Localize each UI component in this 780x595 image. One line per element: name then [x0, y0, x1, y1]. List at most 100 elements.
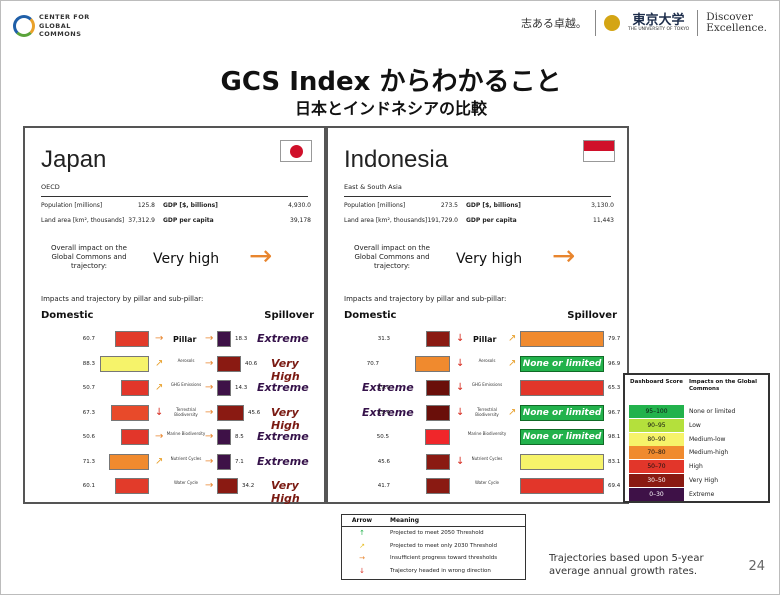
spillover-score: 18.3 — [235, 336, 248, 342]
trajectory-arrow-icon: → — [155, 333, 164, 344]
domestic-score: 60.1 — [82, 483, 95, 489]
subpillar-label: GHG Emissions — [170, 382, 202, 387]
trajectory-arrow-icon: ↓ — [456, 406, 465, 418]
spillover-arrow-icon: ↗ — [508, 333, 517, 344]
domestic-score: 71.3 — [82, 458, 95, 465]
arrow-meaning-row: → Insufficient progress toward thresholds — [342, 553, 527, 564]
spillover-impact-label: Extreme — [257, 332, 309, 345]
spillover-score: 45.6 — [248, 409, 261, 416]
legend-label: Very High — [689, 477, 719, 484]
arrow-meaning-row: ↗ Projected to meet only 2030 Threshold — [342, 541, 527, 552]
spillover-impact-label: Extreme — [257, 430, 309, 443]
spillover-impact-label: Very High — [271, 479, 300, 505]
land-area-label: Land area [km², thousands] — [344, 217, 428, 224]
domestic-score: 45.6 — [377, 458, 390, 465]
region: OECD — [41, 183, 60, 191]
trajectory-arrow-icon: ↑ — [359, 529, 365, 537]
subpillar-label: Nutrient Cycles — [471, 455, 503, 461]
arrow-meaning-text: Trajectory headed in wrong direction — [390, 567, 491, 574]
trajectory-arrow-icon: ↓ — [359, 566, 365, 575]
subpillar-label: Aerosols — [177, 357, 195, 363]
org-line-3: COMMONS — [39, 30, 82, 38]
domestic-bar — [415, 355, 450, 372]
legend-label: Low — [689, 421, 701, 429]
domestic-header: Domestic — [344, 310, 397, 321]
indonesia-panel: Indonesia East & South Asia Population [… — [326, 126, 629, 504]
overall-impact-value: Very high — [153, 251, 220, 267]
subpillar-label: Terrestrial Biodiversity — [174, 406, 198, 417]
domestic-bar — [426, 478, 450, 494]
spillover-score: 69.4 — [608, 483, 621, 489]
spillover-arrow-icon: → — [205, 455, 214, 467]
spillover-score: 65.3 — [608, 385, 621, 391]
legend-row: 70–80 Medium-high — [629, 446, 766, 460]
domestic-header: Domestic — [41, 310, 94, 321]
domestic-score: 50.7 — [82, 385, 95, 391]
japan-flag-icon — [280, 140, 312, 162]
spillover-bar — [217, 404, 244, 421]
spillover-arrow-icon: → — [205, 382, 214, 393]
utokyo-logo-group: 志ある卓越。 東京大学 THE UNIVERSITY OF TOKYO Disc… — [521, 9, 767, 37]
domestic-score: 50.6 — [82, 434, 95, 440]
domestic-bar — [100, 355, 149, 372]
trajectory-note-line-2: average annual growth rates. — [549, 566, 698, 577]
trajectory-arrow-icon: ↗ — [359, 541, 365, 550]
spillover-impact-label: None or limited — [520, 404, 604, 421]
trajectory-note: Trajectories based upon 5-year average a… — [549, 552, 704, 578]
trajectory-arrow-icon: ↗ — [155, 455, 164, 467]
domestic-bar — [121, 429, 149, 445]
domestic-bar — [426, 453, 450, 470]
legend-score-header: Dashboard Score — [630, 379, 683, 385]
domestic-bar — [109, 453, 149, 470]
subpillar-label: Water Cycle — [173, 480, 199, 485]
trajectory-arrow-icon: ↓ — [456, 382, 465, 393]
spillover-score: 83.1 — [608, 458, 621, 465]
pillar-label: Pillar — [173, 335, 197, 344]
spillover-score: 34.2 — [242, 483, 255, 489]
subpillar-label: Aerosols — [478, 357, 496, 363]
population-value: 125.8 — [137, 202, 155, 209]
org-name: CENTER FOR GLOBAL COMMONS — [39, 13, 90, 39]
spillover-score: 96.9 — [608, 360, 621, 367]
gdp-per-capita-value: 11,443 — [593, 217, 614, 224]
legend-label: Medium-high — [689, 449, 729, 457]
utokyo-name-jp: 東京大学 — [632, 12, 685, 28]
gdp-per-capita-value: 39,178 — [290, 217, 311, 224]
indonesia-flag-icon — [583, 140, 615, 162]
globe-icon — [13, 15, 35, 37]
utokyo-motto: 志ある卓越。 — [520, 17, 587, 30]
trajectory-arrow-icon: ↗ — [155, 382, 164, 393]
spillover-bar — [217, 331, 231, 347]
domestic-bar — [426, 331, 450, 347]
legend-row: 0–30 Extreme — [629, 487, 766, 501]
spillover-arrow-icon: → — [205, 480, 214, 491]
legend-label: High — [689, 463, 703, 471]
land-area-value: 37,312.9 — [128, 217, 155, 224]
overall-impact-label: Overall impact on the Global Commons and… — [51, 244, 127, 270]
domestic-score: 41.7 — [377, 483, 390, 489]
population-label: Population [millions] — [41, 202, 103, 209]
spillover-arrow-icon: ↗ — [508, 406, 517, 418]
subpillar-label: Terrestrial Biodiversity — [475, 406, 499, 417]
spillover-impact-label: None or limited — [520, 429, 604, 445]
spillover-arrow-icon: → — [205, 431, 214, 442]
spillover-score: 7.1 — [235, 458, 244, 465]
arrow-meaning-text: Projected to meet only 2030 Threshold — [390, 542, 497, 549]
spillover-score: 8.5 — [235, 434, 244, 440]
legend-swatch: 30–50 — [629, 474, 684, 487]
spillover-bar — [217, 453, 231, 470]
spillover-arrow-icon: → — [205, 333, 214, 344]
arrow-col-header: Arrow — [351, 517, 373, 524]
spillover-bar — [217, 478, 238, 494]
domestic-bar — [426, 404, 450, 421]
separator — [697, 10, 699, 36]
domestic-bar — [115, 478, 149, 494]
table-divider — [342, 526, 525, 527]
spillover-bar — [520, 478, 604, 494]
overall-impact-value: Very high — [456, 251, 523, 267]
country-name: Indonesia — [344, 146, 449, 173]
domestic-score: 60.7 — [82, 336, 95, 342]
legend-swatch: 50–70 — [629, 460, 684, 474]
overall-arrow-icon: → — [249, 239, 273, 272]
gdp-label: GDP [$, billions] — [466, 202, 521, 209]
